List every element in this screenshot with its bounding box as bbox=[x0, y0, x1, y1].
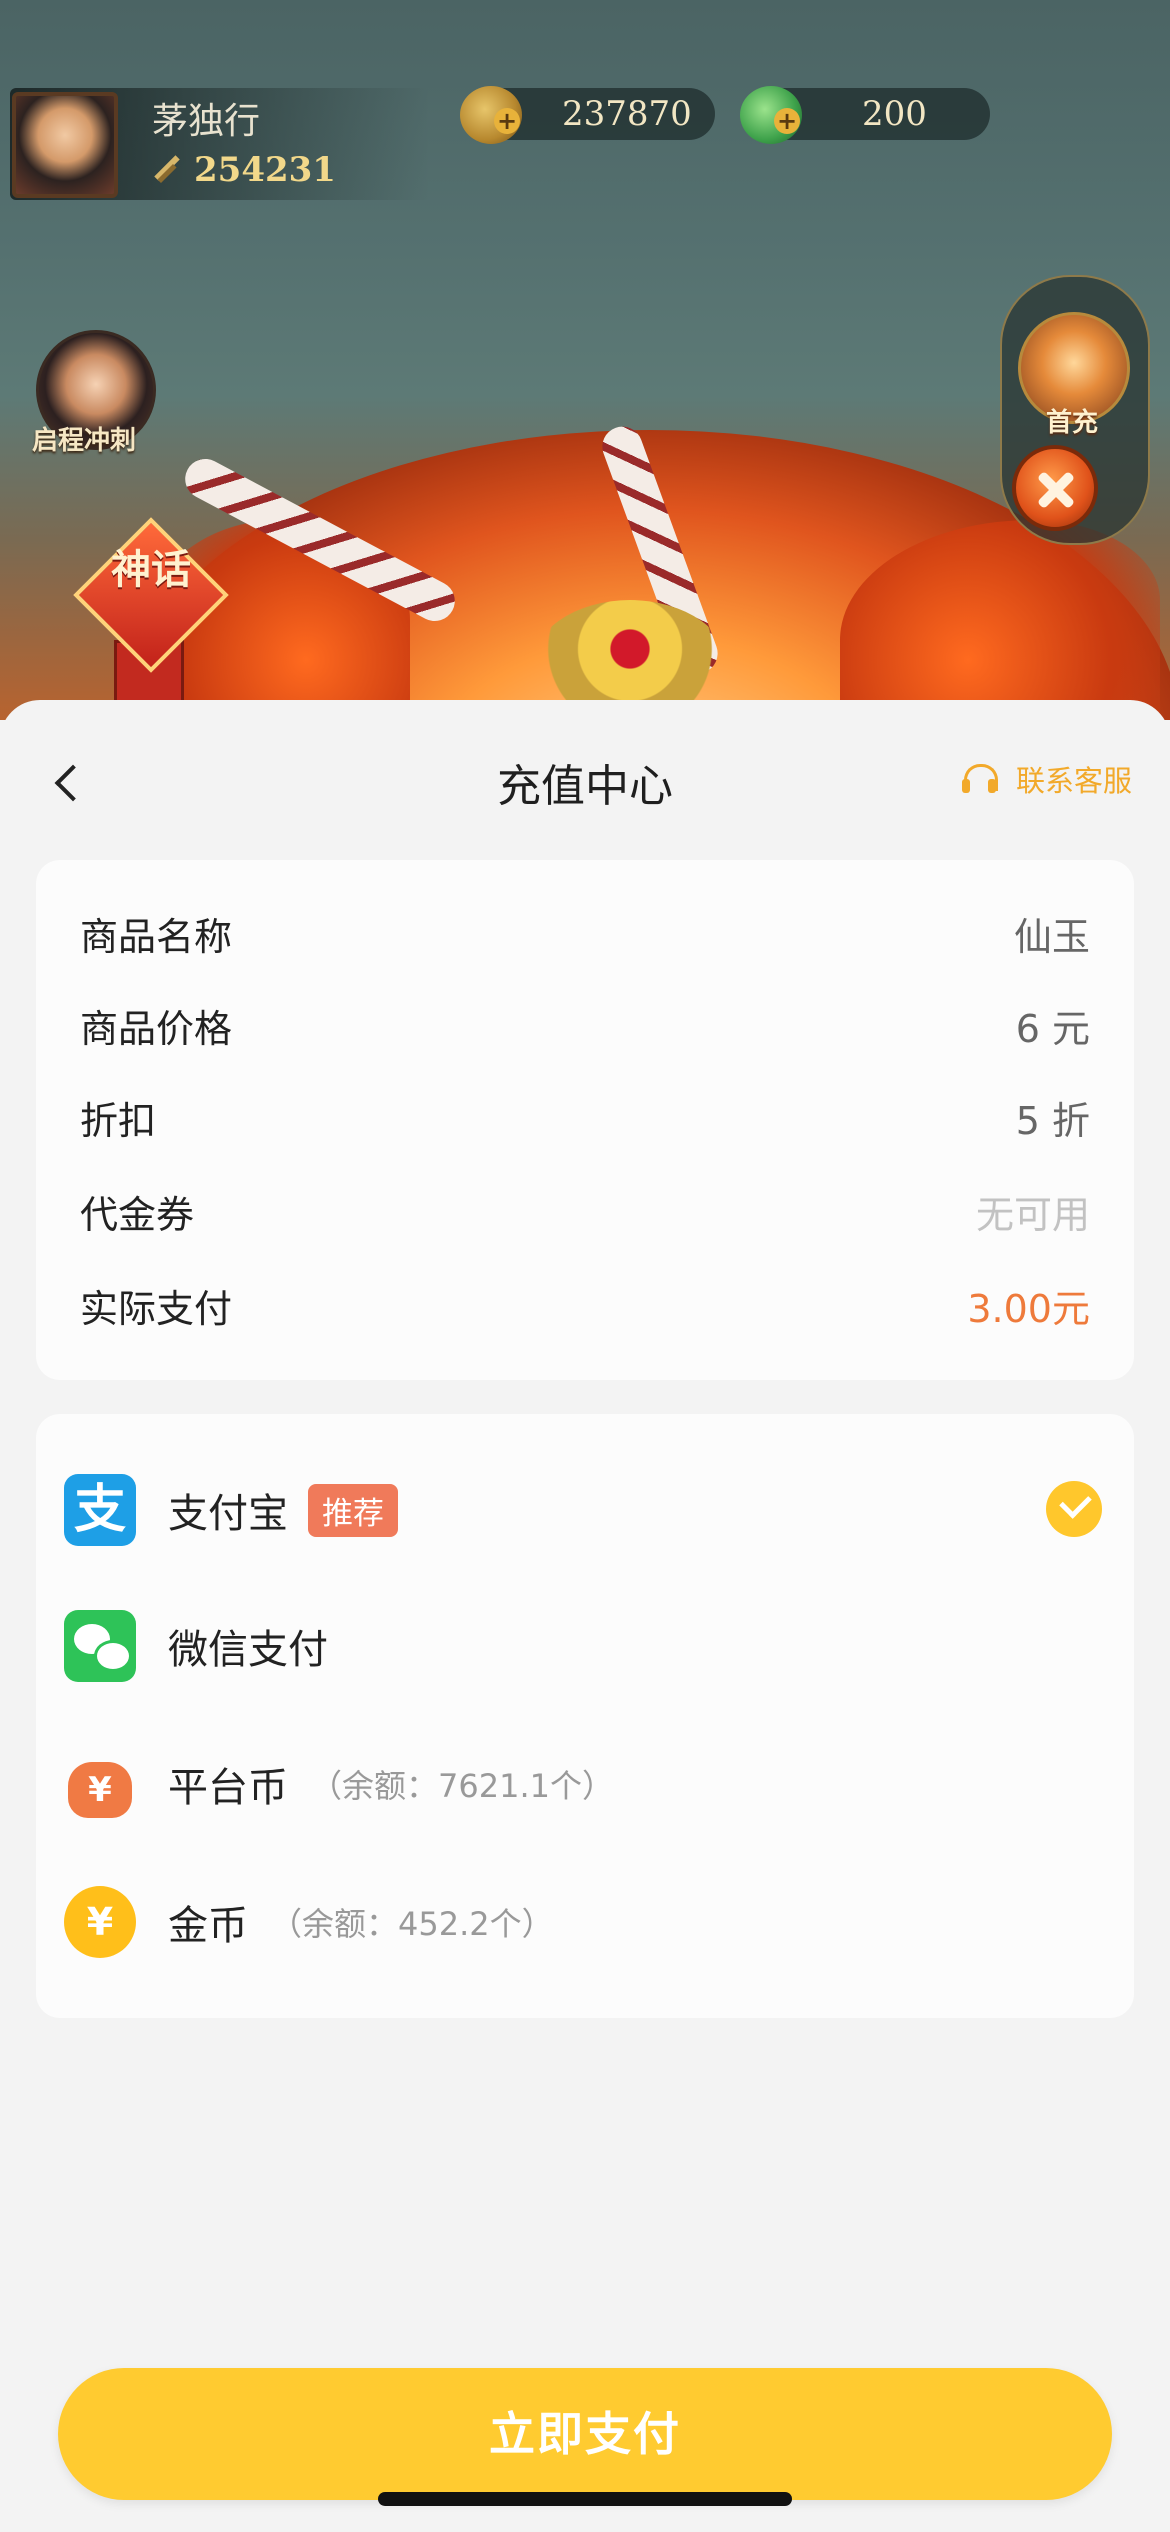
order-value: 无可用 bbox=[975, 1193, 1090, 1237]
customer-service-button[interactable]: 联系客服 bbox=[961, 758, 1132, 800]
order-label: 实际支付 bbox=[80, 1287, 233, 1331]
order-total: 3.00元 bbox=[967, 1287, 1090, 1331]
order-value: 5 折 bbox=[1015, 1099, 1090, 1143]
add-jade-icon[interactable]: + bbox=[774, 108, 800, 134]
order-row-price: 商品价格 6 元 bbox=[80, 998, 1090, 1053]
order-value: 6 元 bbox=[1015, 1007, 1090, 1051]
balance-note: （余额：7621.1个） bbox=[310, 1767, 614, 1805]
order-row-actual: 实际支付 3.00元 bbox=[80, 1278, 1090, 1333]
order-value: 仙玉 bbox=[1013, 915, 1090, 959]
myth-label: 神话 bbox=[111, 547, 191, 593]
close-icon[interactable] bbox=[1012, 445, 1098, 531]
payment-option-wechat[interactable]: 微信支付 bbox=[64, 1610, 328, 1682]
payment-name: 微信支付 bbox=[168, 1627, 328, 1673]
player-name: 茅独行 bbox=[152, 101, 261, 142]
order-row-voucher[interactable]: 代金券 无可用 bbox=[80, 1184, 1090, 1239]
order-label: 折扣 bbox=[80, 1099, 157, 1143]
customer-service-label: 联系客服 bbox=[1015, 764, 1132, 798]
payment-option-platform-coin[interactable]: 平台币 （余额：7621.1个） bbox=[64, 1748, 614, 1820]
payment-name: 平台币 bbox=[168, 1765, 288, 1811]
add-copper-icon[interactable]: + bbox=[494, 108, 520, 134]
jade-value: 200 bbox=[862, 94, 927, 134]
home-indicator bbox=[378, 2492, 792, 2506]
alipay-icon: 支 bbox=[64, 1474, 136, 1546]
order-row-discount: 折扣 5 折 bbox=[80, 1090, 1090, 1145]
payment-name: 金币 bbox=[168, 1903, 248, 1949]
game-background: 茅独行 254231 + 237870 + 200 启程冲刺 首充 神话 bbox=[0, 0, 1170, 720]
order-label: 代金券 bbox=[80, 1193, 195, 1237]
payment-option-alipay[interactable]: 支 支付宝 推荐 bbox=[64, 1474, 398, 1546]
check-icon[interactable] bbox=[1046, 1481, 1102, 1537]
payment-name: 支付宝 bbox=[168, 1491, 288, 1537]
payment-option-gold[interactable]: ¥ 金币 （余额：452.2个） bbox=[64, 1886, 554, 1958]
copper-value: 237870 bbox=[562, 94, 692, 134]
first-recharge-label: 首充 bbox=[1046, 408, 1099, 438]
money-bag-icon bbox=[64, 1748, 136, 1820]
player-avatar[interactable] bbox=[12, 92, 118, 198]
event-label: 启程冲刺 bbox=[32, 426, 137, 456]
wechat-icon bbox=[64, 1610, 136, 1682]
recommended-badge: 推荐 bbox=[308, 1483, 398, 1537]
gold-coin-icon: ¥ bbox=[64, 1886, 136, 1958]
pay-now-button[interactable]: 立即支付 bbox=[58, 2368, 1112, 2500]
order-row-product: 商品名称 仙玉 bbox=[80, 906, 1090, 961]
sword-icon bbox=[150, 153, 184, 187]
balance-note: （余额：452.2个） bbox=[270, 1905, 554, 1943]
headset-icon bbox=[961, 761, 998, 797]
order-label: 商品价格 bbox=[80, 1007, 233, 1051]
order-label: 商品名称 bbox=[80, 915, 233, 959]
combat-power-value: 254231 bbox=[194, 150, 336, 190]
combat-power: 254231 bbox=[150, 150, 336, 190]
